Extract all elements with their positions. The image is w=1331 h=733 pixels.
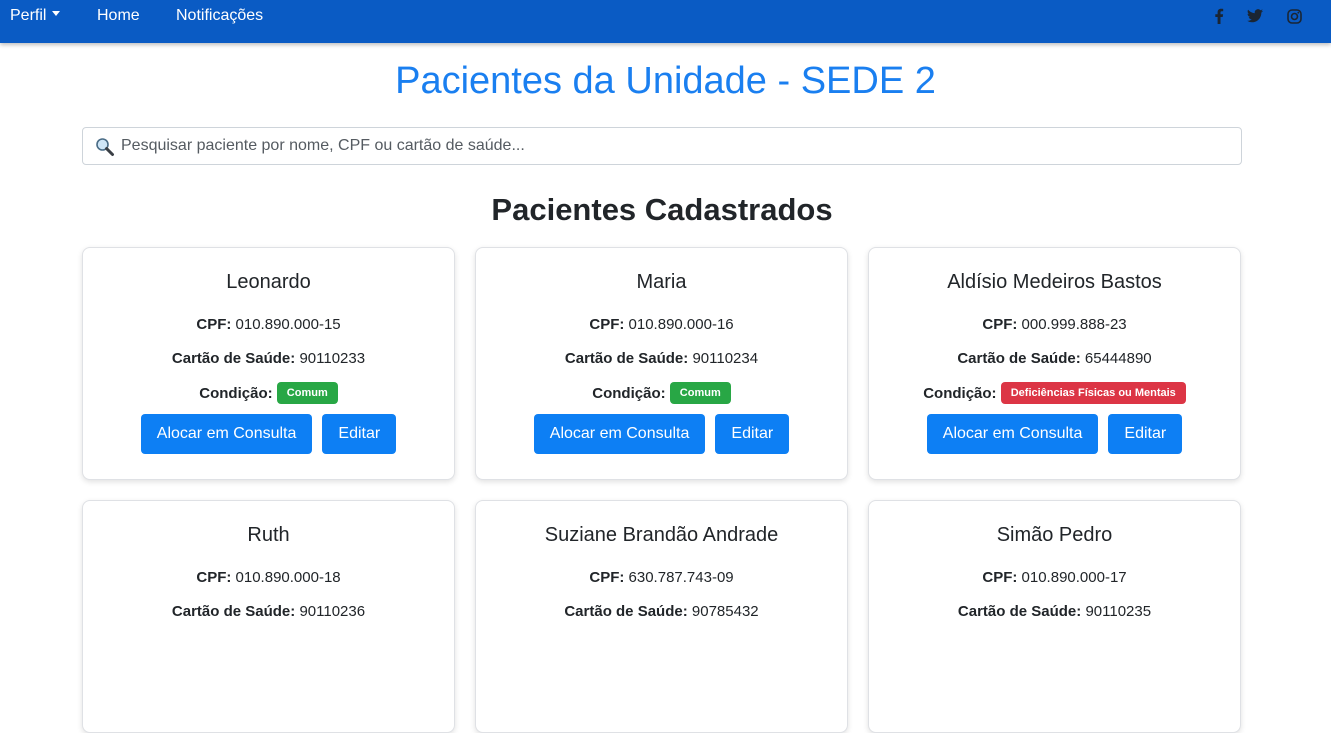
patient-card: Simão Pedro CPF: 010.890.000-17 Cartão d… [868, 500, 1241, 733]
health-card-label: Cartão de Saúde: [957, 603, 1082, 620]
health-card-value: 65444890 [1084, 350, 1152, 367]
patient-health-card: Cartão de Saúde: 90110236 [83, 602, 454, 622]
cpf-label: CPF: [589, 569, 625, 586]
patient-cpf: CPF: 010.890.000-15 [83, 315, 454, 335]
cpf-value: 630.787.743-09 [628, 569, 734, 586]
patient-name: Simão Pedro [996, 524, 1113, 546]
patient-cpf: CPF: 010.890.000-16 [476, 315, 847, 335]
patient-name: Suziane Brandão Andrade [544, 524, 779, 546]
patient-health-card: Cartão de Saúde: 90110235 [869, 602, 1240, 622]
cpf-value: 010.890.000-18 [235, 569, 341, 586]
patient-cpf: CPF: 010.890.000-18 [83, 568, 454, 588]
nav-home-link[interactable]: Home [97, 6, 140, 26]
patient-condition: Condição: Deficiências Físicas ou Mentai… [869, 382, 1240, 405]
cpf-value: 010.890.000-17 [1021, 569, 1127, 586]
condition-label: Condição: [592, 384, 666, 402]
magnifier-icon [95, 137, 115, 157]
cpf-label: CPF: [196, 316, 232, 333]
health-card-label: Cartão de Saúde: [171, 603, 296, 620]
condition-badge: Deficiências Físicas ou Mentais [1000, 382, 1186, 404]
nav-notifications-link[interactable]: Notificações [176, 6, 263, 26]
cpf-value: 010.890.000-16 [628, 316, 734, 333]
patient-card: Maria CPF: 010.890.000-16 Cartão de Saúd… [475, 247, 848, 480]
patient-card: Aldísio Medeiros Bastos CPF: 000.999.888… [868, 247, 1241, 480]
allocate-consultation-button[interactable]: Alocar em Consulta [140, 414, 313, 454]
twitter-icon[interactable] [1244, 5, 1266, 27]
patient-cpf: CPF: 000.999.888-23 [869, 315, 1240, 335]
health-card-value: 90110236 [299, 603, 366, 620]
facebook-icon[interactable] [1208, 5, 1230, 27]
patient-cpf: CPF: 010.890.000-17 [869, 568, 1240, 588]
patient-cpf: CPF: 630.787.743-09 [476, 568, 847, 588]
cpf-value: 010.890.000-15 [235, 316, 341, 333]
patient-name: Ruth [247, 524, 290, 546]
patient-name: Leonardo [226, 271, 311, 293]
patient-condition: Condição: Comum [83, 382, 454, 405]
patient-card: Suziane Brandão Andrade CPF: 630.787.743… [475, 500, 848, 733]
top-navbar: Perfil Home Notificações [0, 0, 1331, 43]
instagram-icon[interactable] [1283, 5, 1305, 27]
health-card-label: Cartão de Saúde: [957, 350, 1081, 367]
condition-label: Condição: [199, 384, 273, 402]
patient-search-box [82, 127, 1242, 165]
allocate-consultation-button[interactable]: Alocar em Consulta [533, 414, 706, 454]
health-card-value: 90785432 [691, 603, 759, 620]
patient-health-card: Cartão de Saúde: 90110234 [476, 349, 847, 369]
profile-dropdown[interactable]: Perfil [10, 6, 61, 26]
patient-health-card: Cartão de Saúde: 65444890 [869, 349, 1240, 369]
edit-button[interactable]: Editar [322, 414, 397, 454]
cpf-value: 000.999.888-23 [1021, 316, 1127, 333]
patient-card: Leonardo CPF: 010.890.000-15 Cartão de S… [82, 247, 455, 480]
cpf-label: CPF: [196, 569, 232, 586]
cpf-label: CPF: [982, 569, 1018, 586]
condition-badge: Comum [276, 382, 338, 404]
caret-down-icon [52, 11, 61, 17]
edit-button[interactable]: Editar [715, 414, 790, 454]
patient-search-input[interactable] [121, 128, 1231, 164]
patient-name: Aldísio Medeiros Bastos [947, 271, 1162, 293]
patient-health-card: Cartão de Saúde: 90785432 [476, 602, 847, 622]
cpf-label: CPF: [589, 316, 625, 333]
section-title: Pacientes Cadastrados [491, 192, 833, 227]
health-card-label: Cartão de Saúde: [564, 350, 689, 367]
patient-condition: Condição: Comum [476, 382, 847, 405]
cpf-label: CPF: [982, 316, 1018, 333]
health-card-value: 90110233 [299, 350, 366, 367]
health-card-value: 90110234 [692, 350, 759, 367]
health-card-value: 90110235 [1085, 603, 1152, 620]
patient-name: Maria [636, 271, 687, 293]
condition-badge: Comum [669, 382, 731, 404]
condition-label: Condição: [923, 384, 997, 402]
page-title: Pacientes da Unidade - SEDE 2 [395, 60, 936, 102]
allocate-consultation-button[interactable]: Alocar em Consulta [926, 414, 1099, 454]
patient-card: Ruth CPF: 010.890.000-18 Cartão de Saúde… [82, 500, 455, 733]
patient-health-card: Cartão de Saúde: 90110233 [83, 349, 454, 369]
health-card-label: Cartão de Saúde: [171, 350, 296, 367]
health-card-label: Cartão de Saúde: [564, 603, 688, 620]
profile-label: Perfil [10, 7, 47, 24]
edit-button[interactable]: Editar [1108, 414, 1183, 454]
